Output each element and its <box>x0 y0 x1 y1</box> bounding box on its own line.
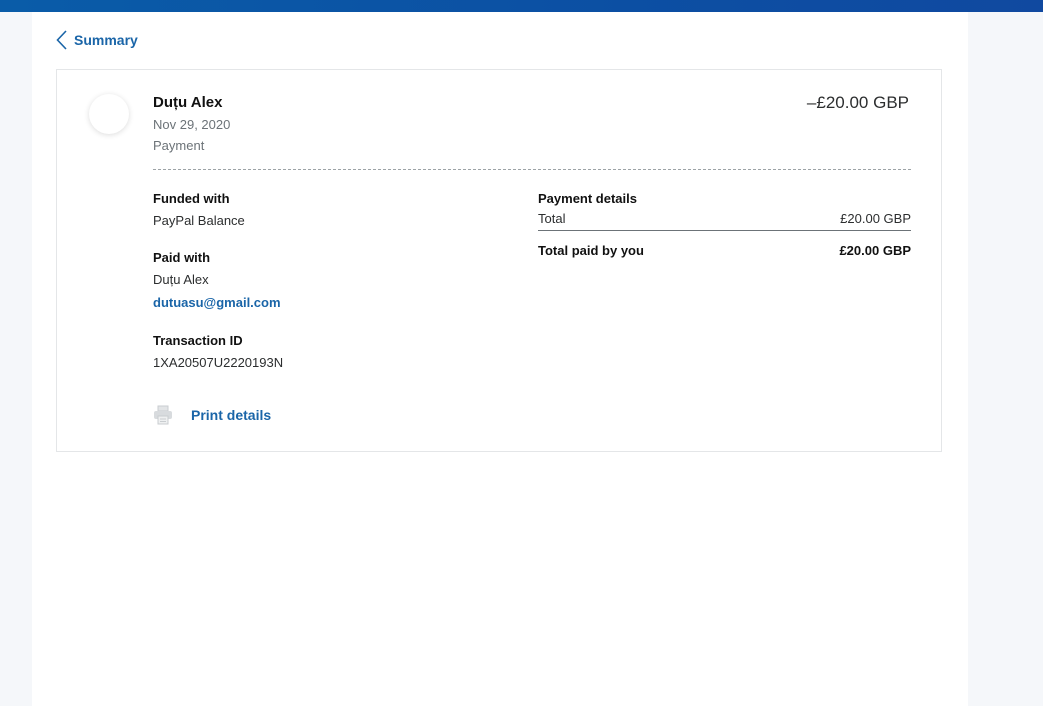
transaction-card: Duțu Alex Nov 29, 2020 Payment –£20.00 G… <box>56 69 942 452</box>
chevron-left-icon <box>56 30 67 50</box>
total-paid-label: Total paid by you <box>538 243 644 258</box>
print-details-label: Print details <box>191 407 272 423</box>
funded-with-value: PayPal Balance <box>153 213 245 228</box>
payment-details-label: Payment details <box>538 191 637 206</box>
paid-with-name: Duțu Alex <box>153 272 209 287</box>
paid-with-label: Paid with <box>153 250 211 265</box>
paid-with-email-link[interactable]: dutuasu@gmail.com <box>153 295 281 310</box>
total-paid-row: Total paid by you £20.00 GBP <box>538 243 911 258</box>
transaction-type: Payment <box>153 138 205 153</box>
printer-icon <box>154 405 172 425</box>
transaction-id-value: 1XA20507U2220193N <box>153 355 284 370</box>
transaction-amount: –£20.00 GBP <box>806 93 909 112</box>
print-details-button[interactable]: Print details <box>153 405 271 425</box>
payment-total-row: Total £20.00 GBP <box>538 211 911 231</box>
funded-with-label: Funded with <box>153 191 230 206</box>
payment-total-label: Total <box>538 211 566 226</box>
payee-name: Duțu Alex <box>153 94 223 111</box>
back-label: Summary <box>74 32 138 48</box>
avatar <box>89 94 129 134</box>
total-paid-value: £20.00 GBP <box>839 243 911 258</box>
transaction-id-label: Transaction ID <box>153 333 243 348</box>
transaction-date: Nov 29, 2020 <box>153 117 231 132</box>
page-content: Summary Duțu Alex Nov 29, 2020 Payment –… <box>32 12 968 706</box>
back-to-summary-link[interactable]: Summary <box>56 30 138 50</box>
top-bar <box>0 0 1043 12</box>
payment-total-value: £20.00 GBP <box>840 211 911 226</box>
dashed-divider <box>153 169 911 170</box>
